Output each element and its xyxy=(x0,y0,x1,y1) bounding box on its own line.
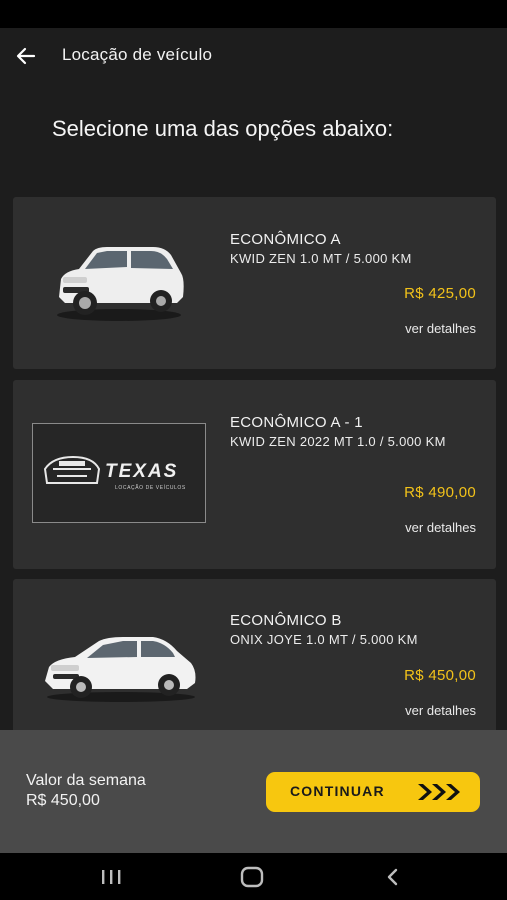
svg-text:LOCAÇÃO DE VEÍCULOS: LOCAÇÃO DE VEÍCULOS xyxy=(115,484,186,491)
back-button[interactable] xyxy=(12,42,40,70)
vehicle-card[interactable]: ECONÔMICO A KWID ZEN 1.0 MT / 5.000 KM R… xyxy=(13,197,496,369)
vehicle-price: R$ 450,00 xyxy=(404,667,476,684)
weekly-total-value: R$ 450,00 xyxy=(26,792,100,809)
continue-button-label: CONTINUAR xyxy=(290,783,385,799)
vehicle-model: KWID ZEN 1.0 MT / 5.000 KM xyxy=(230,251,412,266)
vehicle-price: R$ 490,00 xyxy=(404,484,476,501)
top-app-bar: Locação de veículo xyxy=(0,28,507,84)
system-back-button[interactable] xyxy=(373,863,413,891)
home-icon xyxy=(240,866,264,888)
triple-chevron-right-icon xyxy=(418,784,460,800)
vehicle-info: ECONÔMICO A KWID ZEN 1.0 MT / 5.000 KM xyxy=(230,231,476,267)
weekly-total-label: Valor da semana xyxy=(26,772,146,789)
details-link[interactable]: ver detalhes xyxy=(405,321,476,336)
car-image xyxy=(41,627,201,707)
page-title: Locação de veículo xyxy=(62,45,213,64)
vehicle-model: ONIX JOYE 1.0 MT / 5.000 KM xyxy=(230,632,418,647)
svg-text:TEXAS: TEXAS xyxy=(105,461,178,482)
recent-apps-button[interactable] xyxy=(91,863,131,891)
app-screen: Locação de veículo Selecione uma das opç… xyxy=(0,28,507,853)
status-bar xyxy=(0,0,507,28)
vehicle-model: KWID ZEN 2022 MT 1.0 / 5.000 KM xyxy=(230,434,446,449)
home-button[interactable] xyxy=(232,863,272,891)
vehicle-info: ECONÔMICO A - 1 KWID ZEN 2022 MT 1.0 / 5… xyxy=(230,414,476,450)
recent-apps-icon xyxy=(102,870,121,884)
system-navigation-bar xyxy=(0,853,507,900)
vehicle-price: R$ 425,00 xyxy=(404,285,476,302)
vehicle-category: ECONÔMICO A xyxy=(230,231,341,248)
back-chevron-icon xyxy=(387,868,398,886)
section-heading: Selecione uma das opções abaixo: xyxy=(52,116,394,141)
vehicle-category: ECONÔMICO B xyxy=(230,612,342,629)
details-link[interactable]: ver detalhes xyxy=(405,703,476,718)
texas-logo: TEXAS LOCAÇÃO DE VEÍCULOS xyxy=(32,423,206,523)
bottom-summary-bar: Valor da semana R$ 450,00 CONTINUAR xyxy=(0,730,507,853)
vehicle-info: ECONÔMICO B ONIX JOYE 1.0 MT / 5.000 KM xyxy=(230,612,476,648)
vehicle-card[interactable]: TEXAS LOCAÇÃO DE VEÍCULOS ECONÔMICO A - … xyxy=(13,380,496,569)
arrow-left-icon xyxy=(16,47,36,65)
continue-button[interactable]: CONTINUAR xyxy=(266,772,480,812)
vehicle-category: ECONÔMICO A - 1 xyxy=(230,414,363,431)
details-link[interactable]: ver detalhes xyxy=(405,520,476,535)
car-image xyxy=(49,239,189,325)
